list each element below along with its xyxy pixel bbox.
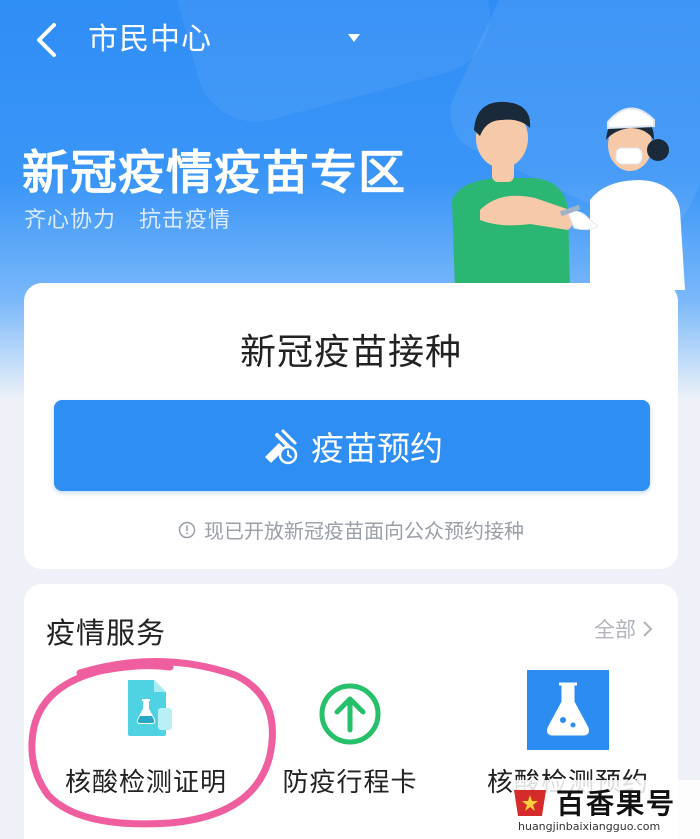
vaccine-booking-label: 疫苗预约 xyxy=(311,428,443,468)
document-flask-icon xyxy=(128,680,172,736)
chevron-left-icon xyxy=(37,23,56,57)
vaccine-booking-button[interactable]: 疫苗预约 xyxy=(54,400,650,491)
watermark-logo-icon xyxy=(514,790,546,816)
service-travel-card[interactable]: 防疫行程卡 xyxy=(250,672,450,822)
up-arrow-circle-icon xyxy=(319,683,381,745)
vaccine-notice-text: 现已开放新冠疫苗面向公众预约接种 xyxy=(204,519,524,543)
hero-title: 新冠疫情疫苗专区 xyxy=(22,146,406,201)
services-all-link[interactable]: 全部 xyxy=(594,614,654,644)
service-label: 防疫行程卡 xyxy=(282,768,418,798)
watermark: 百香果号 huangjinbaixiangguo.com xyxy=(512,780,700,839)
service-label: 核酸检测证明 xyxy=(64,768,227,798)
vaccine-card-title: 新冠疫苗接种 xyxy=(239,332,462,373)
hero-subtitle: 齐心协力 抗击疫情 xyxy=(24,208,232,233)
caret-down-icon[interactable] xyxy=(344,28,364,48)
syringe-clock-icon xyxy=(265,429,298,464)
vaccine-notice: 现已开放新冠疫苗面向公众预约接种 xyxy=(24,515,678,544)
services-all-label: 全部 xyxy=(594,618,636,642)
vaccination-illustration xyxy=(452,101,685,290)
info-icon xyxy=(178,521,196,538)
vaccine-card: 新冠疫苗接种 疫苗预约 现已开放新冠疫苗面向公众预约接种 xyxy=(24,283,678,569)
chevron-right-icon xyxy=(643,621,653,637)
back-button[interactable] xyxy=(26,18,66,62)
services-heading: 疫情服务 xyxy=(46,616,167,650)
service-nucleic-acid-certificate[interactable]: 核酸检测证明 xyxy=(46,672,246,822)
watermark-text: 百香果号 xyxy=(556,787,677,820)
nav-title[interactable]: 市民中心 xyxy=(88,18,212,62)
flask-icon xyxy=(527,670,609,750)
watermark-url: huangjinbaixiangguo.com xyxy=(518,820,661,833)
